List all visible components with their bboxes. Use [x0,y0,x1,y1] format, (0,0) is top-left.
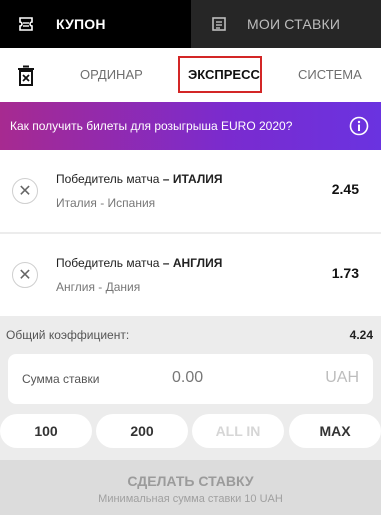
selection-odds: 1.73 [331,265,359,281]
info-icon[interactable] [349,116,369,136]
selection-title: Победитель матча – АНГЛИЯ [56,256,223,270]
close-icon: ✕ [18,267,32,284]
top-tabs: КУПОН МОИ СТАВКИ [0,0,381,48]
tab-my-bets[interactable]: МОИ СТАВКИ [191,0,381,48]
stake-amount[interactable]: 0.00 [172,369,203,387]
tab-system[interactable]: СИСТЕМА [298,67,362,82]
remove-selection-button[interactable]: ✕ [12,178,38,204]
quick-stake-row: 100 200 ALL IN MAX [0,414,381,448]
selection-item: ✕ Победитель матча – АНГЛИЯ Англия - Дан… [0,234,381,316]
place-bet-button[interactable]: СДЕЛАТЬ СТАВКУ Минимальная сумма ставки … [0,460,381,515]
selection-title: Победитель матча – ИТАЛИЯ [56,172,223,186]
quick-stake-100-button[interactable]: 100 [0,414,92,448]
trash-icon[interactable] [14,64,38,88]
express-highlight-box [178,56,262,93]
max-button[interactable]: MAX [289,414,381,448]
promo-text: Как получить билеты для розыгрыша EURO 2… [10,119,293,133]
selection-market: Победитель матча [56,256,160,270]
selection-market: Победитель матча [56,172,160,186]
all-in-button[interactable]: ALL IN [192,414,284,448]
close-icon: ✕ [18,183,32,200]
tab-single[interactable]: ОРДИНАР [80,67,143,82]
total-odds-value: 4.24 [349,328,373,342]
list-icon [211,16,227,32]
stake-currency: UAH [325,369,359,386]
bet-type-bar: ОРДИНАР ЭКСПРЕСС СИСТЕМА [0,48,381,102]
remove-selection-button[interactable]: ✕ [12,262,38,288]
tab-coupon-label: КУПОН [56,16,106,32]
ticket-icon [18,16,34,32]
total-odds-row: Общий коэффициент: 4.24 [0,318,381,354]
selection-pick: ИТАЛИЯ [172,172,223,186]
selection-event: Италия - Испания [56,196,156,210]
quick-stake-200-button[interactable]: 200 [96,414,188,448]
selection-event: Англия - Дания [56,280,141,294]
selection-pick: АНГЛИЯ [172,256,223,270]
selection-odds: 2.45 [331,181,359,197]
min-stake-note: Минимальная сумма ставки 10 UAH [98,493,283,505]
tab-coupon[interactable]: КУПОН [0,0,191,48]
stake-input[interactable]: Сумма ставки 0.00 UAH [8,354,373,404]
promo-banner[interactable]: Как получить билеты для розыгрыша EURO 2… [0,102,381,150]
selection-item: ✕ Победитель матча – ИТАЛИЯ Италия - Исп… [0,150,381,232]
total-odds-label: Общий коэффициент: [6,328,130,342]
tab-my-bets-label: МОИ СТАВКИ [247,16,341,32]
stake-label: Сумма ставки [22,372,100,386]
place-bet-label: СДЕЛАТЬ СТАВКУ [127,473,254,489]
